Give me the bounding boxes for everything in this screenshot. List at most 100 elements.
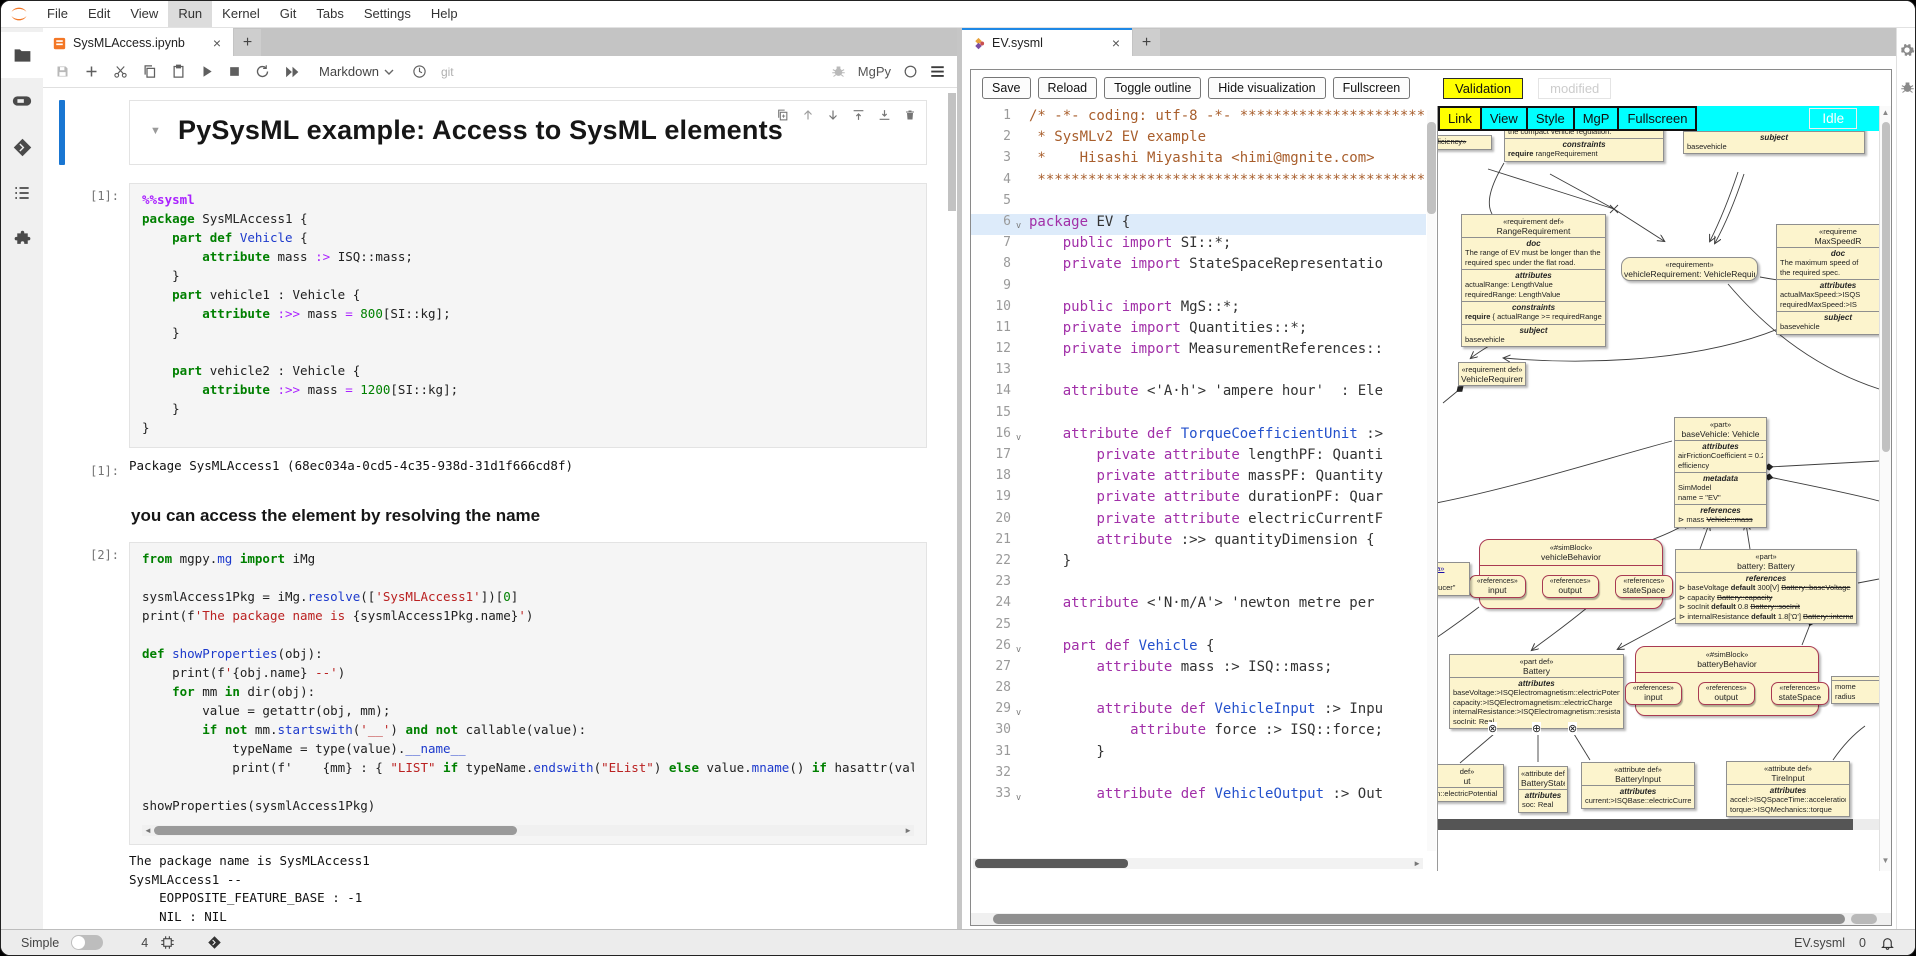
diagram-chip-output[interactable]: «references»output xyxy=(1542,575,1599,598)
scrollbar-thumb[interactable] xyxy=(948,93,956,211)
diagram-box-range-requirement[interactable]: «requirement def»RangeRequirementdocThe … xyxy=(1461,214,1606,347)
save-icon[interactable] xyxy=(55,64,70,79)
sysml-code-editor[interactable]: 1/* -*- coding: utf-8 -*- **************… xyxy=(971,106,1438,871)
diagram-box-tire-partial[interactable]: momeradius xyxy=(1831,676,1879,704)
fullscreen-button[interactable]: Fullscreen xyxy=(1333,77,1411,99)
diagram-box-actual-efficiency[interactable]: «actualEfficiency» xyxy=(1438,135,1492,150)
fold-toggle-icon[interactable]: v xyxy=(1011,638,1026,659)
panel-horizontal-scrollbar[interactable] xyxy=(971,913,1891,925)
copy-icon[interactable] xyxy=(142,64,157,79)
diagram-box-battery-def[interactable]: «part def»BatteryattributesbaseVoltage:>… xyxy=(1449,654,1624,729)
menu-kernel[interactable]: Kernel xyxy=(212,1,270,27)
property-inspector-icon[interactable] xyxy=(1899,42,1915,58)
diagram-chip-output[interactable]: «references»output xyxy=(1698,682,1755,705)
markdown-title-cell[interactable]: ▼ PySysML example: Access to SysML eleme… xyxy=(57,100,927,165)
cell-horizontal-scrollbar[interactable]: ◄ ► xyxy=(142,825,914,836)
kernel-chip-icon[interactable] xyxy=(160,935,175,950)
menu-settings[interactable]: Settings xyxy=(354,1,421,27)
menu-file[interactable]: File xyxy=(37,1,78,27)
close-tab-icon[interactable]: × xyxy=(1110,35,1122,51)
duplicate-cell-icon[interactable] xyxy=(776,108,789,122)
run-cell-icon[interactable] xyxy=(200,64,214,79)
code-cell-1[interactable]: [1]: %%sysmlpackage SysMLAccess1 { part … xyxy=(57,183,927,448)
diagram-horizontal-scrollbar[interactable] xyxy=(1438,819,1879,830)
menu-edit[interactable]: Edit xyxy=(78,1,120,27)
menu-view[interactable]: View xyxy=(120,1,168,27)
close-tab-icon[interactable]: × xyxy=(211,35,223,51)
diagram-box-max-speed-requirement[interactable]: «requiremeMaxSpeedRdocThe maximum speed … xyxy=(1776,224,1879,335)
debugger-icon[interactable] xyxy=(831,64,846,79)
fold-toggle-icon[interactable]: v xyxy=(1011,701,1026,722)
viz-mgp-button[interactable]: MgP xyxy=(1573,106,1620,131)
notification-count[interactable]: 0 xyxy=(1859,936,1866,950)
hide-visualization-button[interactable]: Hide visualization xyxy=(1208,77,1325,99)
cut-icon[interactable] xyxy=(113,64,128,79)
diagram-chip-input[interactable]: «references»input xyxy=(1625,682,1682,705)
fold-toggle-icon[interactable]: v xyxy=(1011,786,1026,807)
diagram-box-vehicle-requirement-usage[interactable]: «requirement»vehicleRequirement: Vehicle… xyxy=(1621,257,1758,281)
diagram-chip-stateSpace[interactable]: «references»stateSpace xyxy=(1771,682,1830,705)
move-cell-up-icon[interactable] xyxy=(802,108,814,122)
reload-button[interactable]: Reload xyxy=(1038,77,1098,99)
code-lines[interactable]: 1/* -*- coding: utf-8 -*- **************… xyxy=(971,108,1426,855)
restart-kernel-icon[interactable] xyxy=(255,64,270,79)
viz-link-button[interactable]: Link xyxy=(1438,106,1482,131)
notebook-vertical-scrollbar[interactable] xyxy=(948,91,956,926)
current-file-label[interactable]: EV.sysml xyxy=(1794,936,1845,950)
file-browser-icon[interactable] xyxy=(1,32,43,78)
diagram-box-vehicle-requirement-def[interactable]: «requirement def»VehicleRequirement xyxy=(1458,362,1526,386)
insert-cell-above-icon[interactable] xyxy=(852,108,865,122)
code-editor-cell-2[interactable]: from mgpy.mg import iMg sysmlAccess1Pkg … xyxy=(142,551,914,817)
save-button[interactable]: Save xyxy=(982,77,1031,99)
diagram-box-regulation-requirement[interactable]: the EV by simulating the vehicle driving… xyxy=(1504,131,1664,162)
git-status-icon[interactable] xyxy=(207,935,222,950)
scrollbar-thumb[interactable] xyxy=(154,826,517,835)
sysml-diagram[interactable]: «actualEfficiency» the EV by simulating t… xyxy=(1438,131,1879,819)
editor-vertical-scrollbar[interactable] xyxy=(1427,110,1436,851)
restart-run-all-icon[interactable] xyxy=(284,65,301,79)
fold-toggle-icon[interactable]: v xyxy=(1011,426,1026,447)
diagram-box-battery-state[interactable]: «attribute def»BatteryStateattributessoc… xyxy=(1518,766,1568,813)
diagram-box-vehicle-behavior[interactable]: «#simBlock»vehicleBehavior«references»in… xyxy=(1479,539,1663,609)
diagram-vertical-scrollbar[interactable]: ▲ ▼ xyxy=(1879,106,1891,871)
diagram-box-simulated-range[interactable]: ⊳ actualRange = simulatedRange RangeRequ… xyxy=(1683,131,1865,154)
viz-style-button[interactable]: Style xyxy=(1526,106,1575,131)
tab-notebook[interactable]: SysMLAccess.ipynb × xyxy=(43,28,233,56)
delete-cell-icon[interactable] xyxy=(904,108,916,122)
markdown-heading-cell[interactable]: you can access the element by resolving … xyxy=(57,502,927,528)
viz-fullscreen-button[interactable]: Fullscreen xyxy=(1617,106,1697,131)
paste-icon[interactable] xyxy=(171,64,186,79)
fold-toggle-icon[interactable]: v xyxy=(1011,214,1026,235)
clock-icon[interactable] xyxy=(412,64,427,79)
menu-git[interactable]: Git xyxy=(270,1,307,27)
diagram-box-tire-input[interactable]: «attribute def»TireInputattributesaccel:… xyxy=(1726,761,1850,817)
stop-kernel-icon[interactable] xyxy=(228,65,241,78)
move-cell-down-icon[interactable] xyxy=(827,108,839,122)
kernel-name[interactable]: MgPy xyxy=(858,64,891,79)
tab-ev-sysml[interactable]: EV.sysml × xyxy=(962,28,1132,56)
editor-horizontal-scrollbar[interactable]: ► xyxy=(973,858,1423,869)
code-editor-cell-1[interactable]: %%sysmlpackage SysMLAccess1 { part def V… xyxy=(129,183,927,448)
simple-mode-toggle[interactable] xyxy=(71,935,103,950)
diagram-box-battery-behavior[interactable]: «#simBlock»batteryBehavior«references»in… xyxy=(1635,646,1819,716)
running-sessions-icon[interactable] xyxy=(1,78,43,124)
new-tab-button[interactable]: + xyxy=(234,29,261,56)
menu-run[interactable]: Run xyxy=(168,1,212,27)
cell-collapser-icon[interactable]: ▼ xyxy=(150,125,161,137)
diagram-chip-stateSpace[interactable]: «references»stateSpace xyxy=(1615,575,1674,598)
panel-menu-icon[interactable] xyxy=(930,65,945,78)
diagram-box-transducer-partial[interactable]: ta»xducer" xyxy=(1438,562,1470,596)
table-of-contents-icon[interactable] xyxy=(1,170,43,216)
git-icon[interactable] xyxy=(1,124,43,170)
validation-button[interactable]: Validation xyxy=(1443,78,1523,99)
notebook-scroll-area[interactable]: ▼ PySysML example: Access to SysML eleme… xyxy=(43,88,957,929)
menu-help[interactable]: Help xyxy=(421,1,468,27)
diagram-box-battery-input[interactable]: «attribute def»BatteryInputattributescur… xyxy=(1581,762,1695,809)
viz-view-button[interactable]: View xyxy=(1480,106,1528,131)
diagram-chip-input[interactable]: «references»input xyxy=(1469,575,1526,598)
kernel-count[interactable]: 4 xyxy=(141,936,148,950)
insert-cell-below-icon[interactable] xyxy=(878,108,891,122)
menu-tabs[interactable]: Tabs xyxy=(306,1,353,27)
new-tab-button[interactable]: + xyxy=(1133,29,1160,56)
diagram-box-battery-usage[interactable]: «part»battery: Batteryreferences⊳ baseVo… xyxy=(1675,549,1857,624)
